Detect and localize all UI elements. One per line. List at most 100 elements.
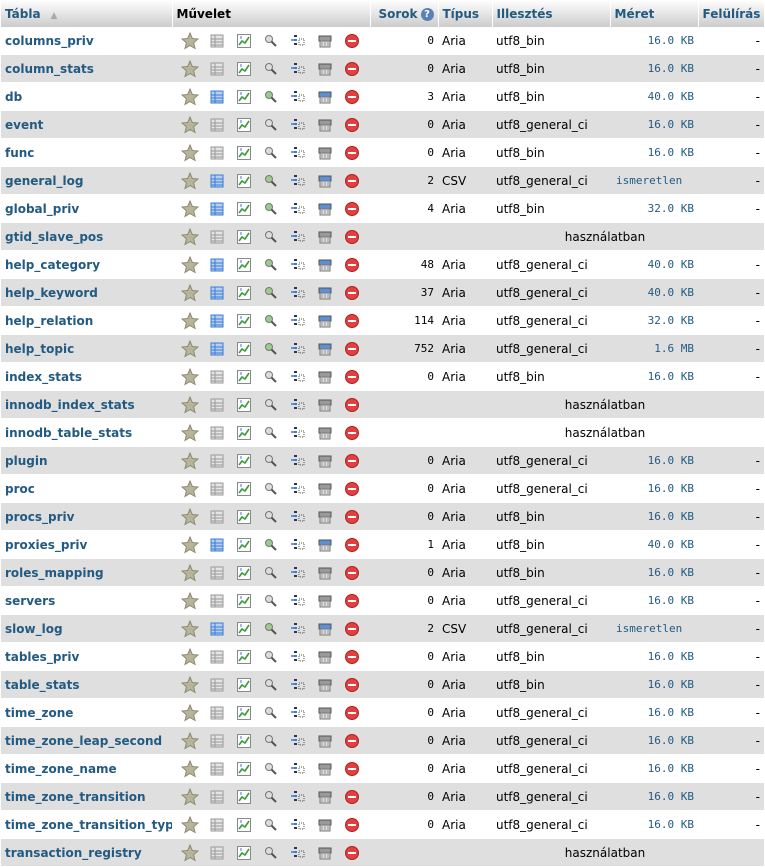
empty-icon[interactable] bbox=[312, 507, 339, 527]
insert-icon[interactable] bbox=[285, 675, 312, 695]
drop-icon[interactable] bbox=[339, 143, 366, 163]
table-name-link[interactable]: db bbox=[1, 82, 172, 111]
search-icon[interactable] bbox=[257, 143, 284, 163]
size-link[interactable]: 16.0 KB bbox=[610, 754, 698, 783]
favorite-star-icon[interactable] bbox=[176, 255, 203, 275]
empty-icon[interactable] bbox=[312, 843, 339, 863]
table-name-link[interactable]: time_zone_transition_type bbox=[1, 810, 172, 839]
favorite-star-icon[interactable] bbox=[176, 311, 203, 331]
size-link[interactable]: 16.0 KB bbox=[610, 27, 698, 55]
favorite-star-icon[interactable] bbox=[176, 759, 203, 779]
header-overhead[interactable]: Felülírás bbox=[698, 0, 765, 27]
drop-icon[interactable] bbox=[339, 311, 366, 331]
insert-icon[interactable] bbox=[285, 451, 312, 471]
browse-icon[interactable] bbox=[203, 395, 230, 415]
browse-icon[interactable] bbox=[203, 507, 230, 527]
favorite-star-icon[interactable] bbox=[176, 591, 203, 611]
empty-icon[interactable] bbox=[312, 255, 339, 275]
favorite-star-icon[interactable] bbox=[176, 143, 203, 163]
empty-icon[interactable] bbox=[312, 619, 339, 639]
search-icon[interactable] bbox=[257, 115, 284, 135]
empty-icon[interactable] bbox=[312, 479, 339, 499]
table-name-link[interactable]: gtid_slave_pos bbox=[1, 222, 172, 251]
insert-icon[interactable] bbox=[285, 619, 312, 639]
search-icon[interactable] bbox=[257, 563, 284, 583]
empty-icon[interactable] bbox=[312, 31, 339, 51]
favorite-star-icon[interactable] bbox=[176, 59, 203, 79]
insert-icon[interactable] bbox=[285, 647, 312, 667]
insert-icon[interactable] bbox=[285, 255, 312, 275]
header-size[interactable]: Méret bbox=[610, 0, 699, 27]
search-icon[interactable] bbox=[257, 311, 284, 331]
drop-icon[interactable] bbox=[339, 787, 366, 807]
size-link[interactable]: 16.0 KB bbox=[610, 446, 698, 475]
drop-icon[interactable] bbox=[339, 227, 366, 247]
table-name-link[interactable]: table_stats bbox=[1, 670, 172, 699]
search-icon[interactable] bbox=[257, 171, 284, 191]
empty-icon[interactable] bbox=[312, 87, 339, 107]
table-name-link[interactable]: transaction_registry bbox=[1, 838, 172, 867]
empty-icon[interactable] bbox=[312, 423, 339, 443]
browse-icon[interactable] bbox=[203, 787, 230, 807]
empty-icon[interactable] bbox=[312, 703, 339, 723]
search-icon[interactable] bbox=[257, 395, 284, 415]
browse-icon[interactable] bbox=[203, 647, 230, 667]
search-icon[interactable] bbox=[257, 227, 284, 247]
insert-icon[interactable] bbox=[285, 59, 312, 79]
structure-icon[interactable] bbox=[230, 311, 257, 331]
search-icon[interactable] bbox=[257, 731, 284, 751]
insert-icon[interactable] bbox=[285, 171, 312, 191]
empty-icon[interactable] bbox=[312, 227, 339, 247]
size-link[interactable]: 16.0 KB bbox=[610, 726, 698, 755]
structure-icon[interactable] bbox=[230, 367, 257, 387]
drop-icon[interactable] bbox=[339, 31, 366, 51]
size-link[interactable]: 32.0 KB bbox=[610, 306, 698, 335]
insert-icon[interactable] bbox=[285, 311, 312, 331]
browse-icon[interactable] bbox=[203, 843, 230, 863]
insert-icon[interactable] bbox=[285, 731, 312, 751]
insert-icon[interactable] bbox=[285, 507, 312, 527]
table-name-link[interactable]: columns_priv bbox=[1, 27, 172, 55]
browse-icon[interactable] bbox=[203, 31, 230, 51]
size-link[interactable]: 16.0 KB bbox=[610, 138, 698, 167]
search-icon[interactable] bbox=[257, 87, 284, 107]
drop-icon[interactable] bbox=[339, 115, 366, 135]
insert-icon[interactable] bbox=[285, 199, 312, 219]
sort-asc-icon[interactable]: ▲ bbox=[51, 11, 58, 21]
empty-icon[interactable] bbox=[312, 339, 339, 359]
structure-icon[interactable] bbox=[230, 283, 257, 303]
search-icon[interactable] bbox=[257, 507, 284, 527]
search-icon[interactable] bbox=[257, 759, 284, 779]
browse-icon[interactable] bbox=[203, 619, 230, 639]
search-icon[interactable] bbox=[257, 199, 284, 219]
structure-icon[interactable] bbox=[230, 31, 257, 51]
structure-icon[interactable] bbox=[230, 395, 257, 415]
insert-icon[interactable] bbox=[285, 367, 312, 387]
table-name-link[interactable]: servers bbox=[1, 586, 172, 615]
structure-icon[interactable] bbox=[230, 563, 257, 583]
drop-icon[interactable] bbox=[339, 675, 366, 695]
browse-icon[interactable] bbox=[203, 339, 230, 359]
search-icon[interactable] bbox=[257, 619, 284, 639]
favorite-star-icon[interactable] bbox=[176, 703, 203, 723]
browse-icon[interactable] bbox=[203, 451, 230, 471]
structure-icon[interactable] bbox=[230, 843, 257, 863]
browse-icon[interactable] bbox=[203, 563, 230, 583]
search-icon[interactable] bbox=[257, 283, 284, 303]
favorite-star-icon[interactable] bbox=[176, 451, 203, 471]
empty-icon[interactable] bbox=[312, 367, 339, 387]
header-collation[interactable]: Illesztés bbox=[492, 0, 611, 27]
empty-icon[interactable] bbox=[312, 759, 339, 779]
table-name-link[interactable]: time_zone_name bbox=[1, 754, 172, 783]
empty-icon[interactable] bbox=[312, 731, 339, 751]
table-name-link[interactable]: proc bbox=[1, 474, 172, 503]
structure-icon[interactable] bbox=[230, 591, 257, 611]
favorite-star-icon[interactable] bbox=[176, 535, 203, 555]
search-icon[interactable] bbox=[257, 703, 284, 723]
empty-icon[interactable] bbox=[312, 647, 339, 667]
empty-icon[interactable] bbox=[312, 59, 339, 79]
structure-icon[interactable] bbox=[230, 59, 257, 79]
structure-icon[interactable] bbox=[230, 451, 257, 471]
drop-icon[interactable] bbox=[339, 59, 366, 79]
search-icon[interactable] bbox=[257, 647, 284, 667]
